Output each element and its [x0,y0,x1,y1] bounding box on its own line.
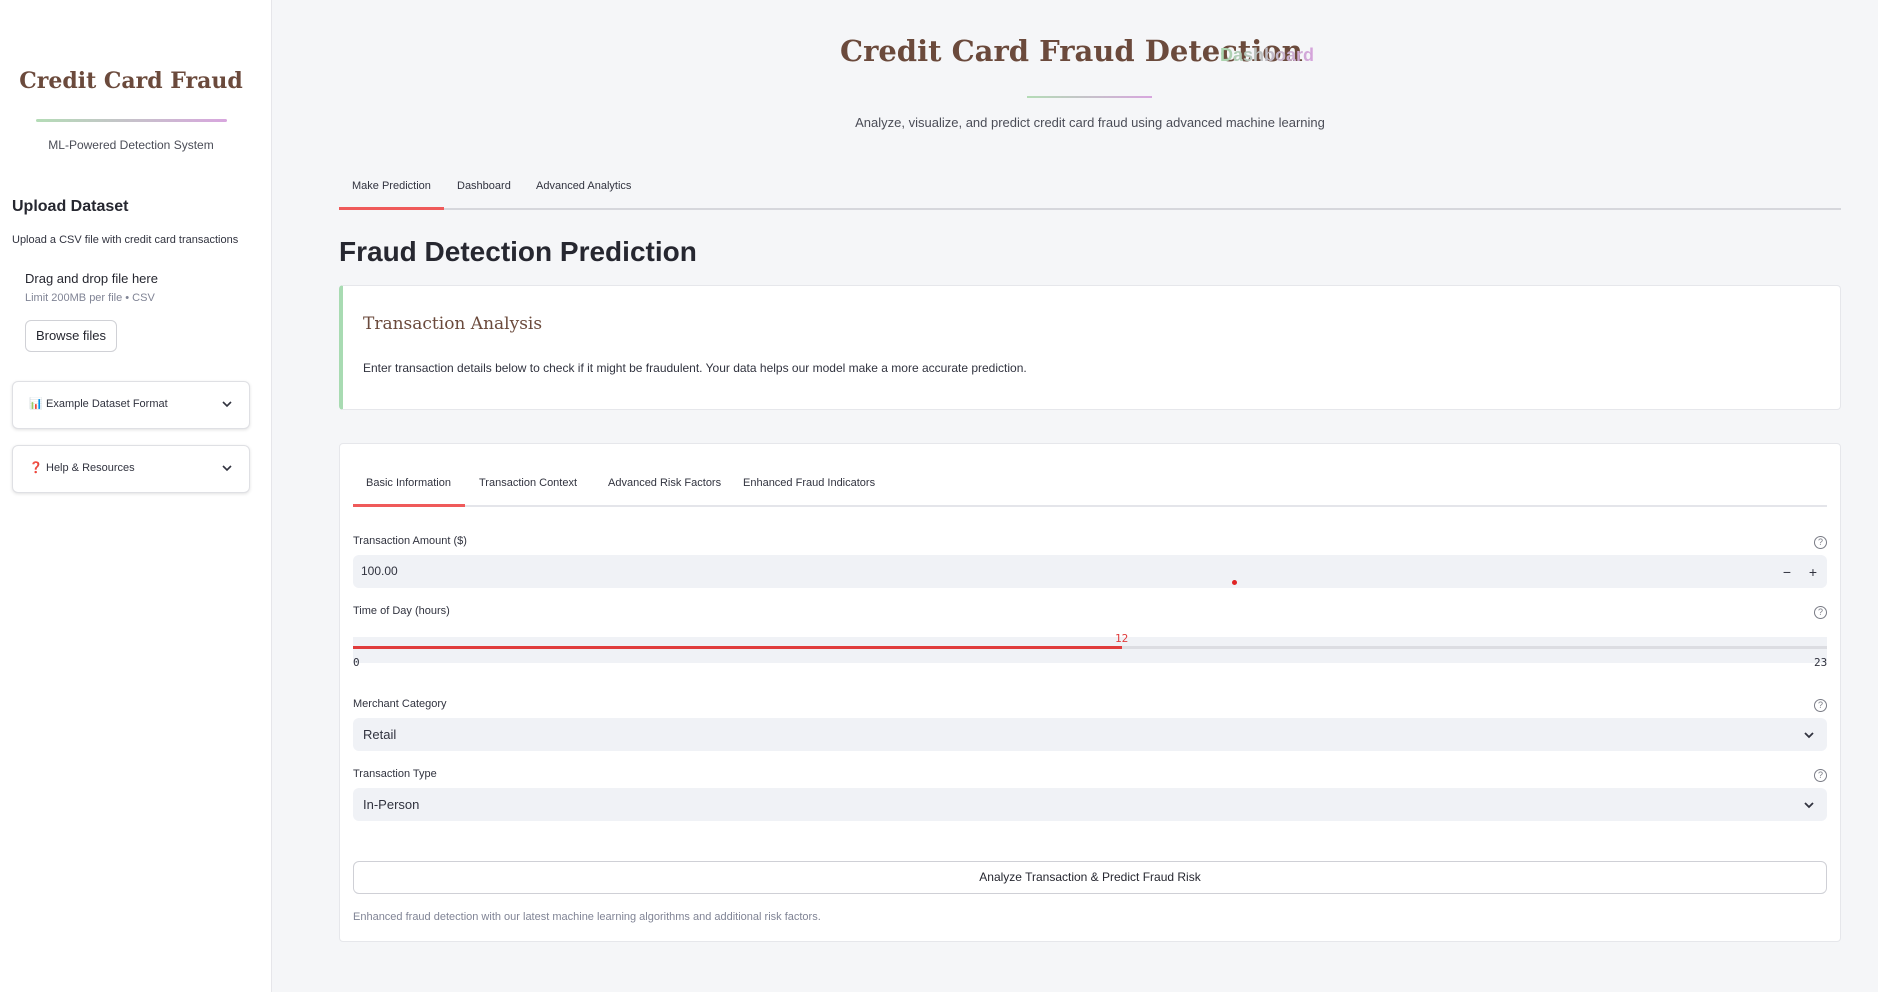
tab-dashboard[interactable]: Dashboard [457,180,511,192]
sidebar-title: Credit Card Fraud [19,68,243,94]
form-footnote: Enhanced fraud detection with our latest… [353,911,821,923]
expander-help-resources[interactable]: ❓ Help & Resources [12,445,250,493]
slider-min-label: 0 [353,656,360,669]
chevron-down-icon [222,465,232,472]
chevron-down-icon [1804,802,1814,809]
form-tabs: Basic Information Transaction Context Ad… [353,469,1827,507]
help-icon[interactable]: ? [1814,699,1827,712]
help-icon[interactable]: ? [1814,536,1827,549]
chevron-down-icon [1804,732,1814,739]
tab-advanced-risk-factors[interactable]: Advanced Risk Factors [608,477,721,489]
expander-label: Help & Resources [46,462,135,474]
section-heading: Fraud Detection Prediction [339,236,697,267]
page-subtitle: Analyze, visualize, and predict credit c… [855,115,1325,130]
upload-description: Upload a CSV file with credit card trans… [12,234,239,246]
slider-value[interactable]: 12 [1115,632,1128,645]
dropzone-limit: Limit 200MB per file • CSV [25,292,155,304]
title-divider [1027,96,1152,98]
browse-files-button[interactable]: Browse files [25,320,117,352]
expander-label: Example Dataset Format [46,398,168,410]
increment-button[interactable]: + [1803,562,1823,582]
expander-example-format[interactable]: 📊 Example Dataset Format [12,381,250,429]
type-label: Transaction Type [353,768,437,780]
sidebar-divider [36,119,227,122]
dropzone-title[interactable]: Drag and drop file here [25,271,158,286]
upload-heading: Upload Dataset [12,198,129,215]
tab-transaction-context[interactable]: Transaction Context [479,477,577,489]
amount-value: 100.00 [361,564,398,578]
amount-input[interactable]: 100.00 − + [353,555,1827,588]
transaction-analysis-card: Transaction Analysis Enter transaction d… [339,285,1841,410]
chart-icon: 📊 [29,398,43,410]
tab-advanced-analytics[interactable]: Advanced Analytics [536,180,631,192]
time-label: Time of Day (hours) [353,605,450,617]
amount-label: Transaction Amount ($) [353,535,467,547]
card-text: Enter transaction details below to check… [363,361,1027,375]
question-icon: ❓ [29,462,43,474]
main-tabs: Make Prediction Dashboard Advanced Analy… [339,170,1841,210]
merchant-value: Retail [363,727,397,742]
card-heading: Transaction Analysis [363,314,543,334]
help-icon[interactable]: ? [1814,606,1827,619]
merchant-label: Merchant Category [353,698,447,710]
sidebar-subtitle: ML-Powered Detection System [48,138,214,152]
transaction-type-value: In-Person [363,797,420,812]
cursor-marker [1232,580,1237,585]
transaction-type-select[interactable]: In-Person [353,788,1827,821]
slider-max-label: 23 [1814,656,1828,669]
slider-fill [353,646,1122,649]
tab-basic-information[interactable]: Basic Information [366,477,451,489]
help-icon[interactable]: ? [1814,769,1827,782]
time-slider[interactable]: 12 [353,632,1827,663]
tab-enhanced-fraud-indicators[interactable]: Enhanced Fraud Indicators [743,477,875,489]
decrement-button[interactable]: − [1777,562,1797,582]
sidebar: Credit Card Fraud ML-Powered Detection S… [0,0,272,992]
prediction-form: Basic Information Transaction Context Ad… [339,443,1841,942]
active-tab-indicator [339,207,444,210]
merchant-select[interactable]: Retail [353,718,1827,751]
chevron-down-icon [222,401,232,408]
active-tab-indicator [353,504,465,507]
title-badge: Dashboard [1220,45,1315,65]
analyze-transaction-button[interactable]: Analyze Transaction & Predict Fraud Risk [353,861,1827,894]
tab-make-prediction[interactable]: Make Prediction [352,180,431,192]
